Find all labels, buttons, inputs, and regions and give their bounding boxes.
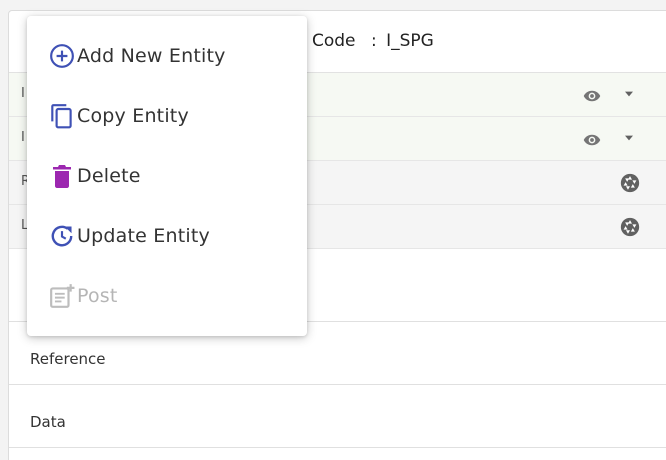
section-label: Data xyxy=(30,413,66,431)
menu-item-label: Post xyxy=(77,285,118,307)
code-value: I_SPG xyxy=(386,31,434,51)
caret-down-icon[interactable] xyxy=(625,91,633,97)
menu-item-label: Add New Entity xyxy=(77,45,226,67)
context-menu: Add New Entity Copy Entity Delete Update… xyxy=(27,16,307,336)
menu-item-post: Post xyxy=(27,266,307,326)
trash-icon xyxy=(49,163,75,189)
eye-icon[interactable] xyxy=(583,87,601,105)
menu-item-label: Delete xyxy=(77,165,141,187)
aperture-icon[interactable] xyxy=(619,216,641,238)
menu-item-add-new-entity[interactable]: Add New Entity xyxy=(27,26,307,86)
row-label: I xyxy=(21,86,25,101)
menu-item-delete[interactable]: Delete xyxy=(27,146,307,206)
menu-item-update-entity[interactable]: Update Entity xyxy=(27,206,307,266)
copy-icon xyxy=(49,103,75,129)
post-icon xyxy=(49,283,75,309)
eye-icon[interactable] xyxy=(583,131,601,149)
section-row-data[interactable]: Data xyxy=(9,385,666,448)
row-label: I xyxy=(21,130,25,145)
menu-item-label: Update Entity xyxy=(77,225,210,247)
add-circle-icon xyxy=(49,43,75,69)
caret-down-icon[interactable] xyxy=(625,135,633,141)
menu-item-label: Copy Entity xyxy=(77,105,189,127)
code-separator: : xyxy=(370,31,377,51)
entity-code: Code : I_SPG xyxy=(312,31,434,51)
menu-item-copy-entity[interactable]: Copy Entity xyxy=(27,86,307,146)
aperture-icon[interactable] xyxy=(619,172,641,194)
code-label: Code xyxy=(312,31,356,51)
update-icon xyxy=(49,223,75,249)
section-label: Reference xyxy=(30,350,106,368)
